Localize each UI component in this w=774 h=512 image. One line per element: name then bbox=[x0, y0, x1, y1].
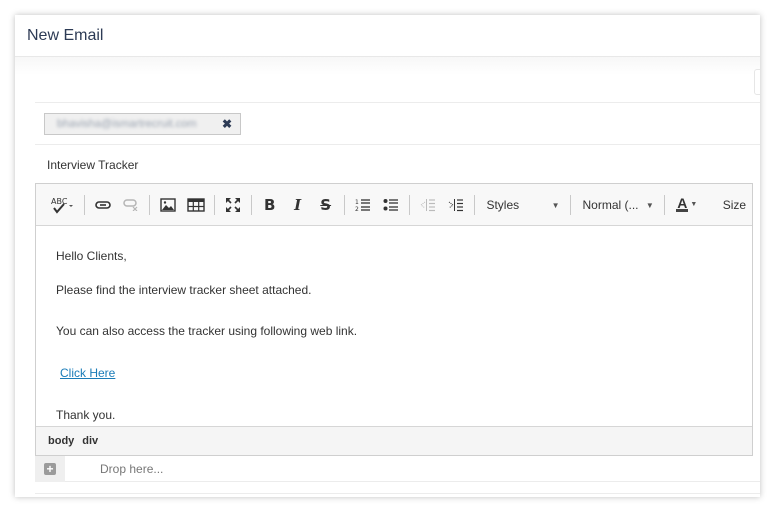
styles-dropdown[interactable]: Styles ▼ bbox=[478, 193, 565, 217]
size-label: Size bbox=[722, 197, 747, 212]
styles-label: Styles bbox=[486, 197, 520, 212]
drop-here-text: Drop here... bbox=[100, 462, 164, 476]
toolbar-separator bbox=[213, 194, 215, 215]
format-label: Normal (... bbox=[582, 197, 639, 212]
rich-text-editor: ABC B I S 1 2 Styles ▼ Normal (... ▼ A ▼… bbox=[35, 183, 753, 456]
recipient-email: bhavisha@ismartrecruit.com bbox=[57, 118, 197, 130]
add-attachment-cell: + bbox=[35, 456, 65, 482]
editor-toolbar: ABC B I S 1 2 Styles ▼ Normal (... ▼ A ▼… bbox=[36, 184, 752, 226]
body-line-1: Please find the interview tracker sheet … bbox=[56, 283, 312, 297]
modal-body: bhavisha@ismartrecruit.com ✖ Interview T… bbox=[15, 57, 760, 497]
closing-text: Thank you. bbox=[56, 408, 116, 422]
text-color-button[interactable]: A ▼ bbox=[675, 193, 699, 217]
table-button[interactable] bbox=[184, 193, 208, 217]
unlink-icon bbox=[123, 198, 139, 211]
toolbar-separator bbox=[569, 194, 571, 215]
numbered-list-button[interactable]: 1 2 bbox=[351, 193, 375, 217]
text-color-icon: A bbox=[676, 195, 689, 212]
spellcheck-button[interactable]: ABC bbox=[48, 193, 78, 217]
image-button[interactable] bbox=[156, 193, 180, 217]
link-icon bbox=[95, 200, 111, 210]
toolbar-separator bbox=[473, 194, 475, 215]
bulleted-list-button[interactable] bbox=[379, 193, 403, 217]
bulleted-list-icon bbox=[383, 198, 399, 212]
image-icon bbox=[160, 197, 176, 212]
toolbar-separator bbox=[663, 194, 665, 215]
modal-title: New Email bbox=[27, 27, 104, 44]
close-icon[interactable]: ✖ bbox=[222, 117, 232, 131]
strikethrough-button[interactable]: S bbox=[314, 193, 338, 217]
toolbar-separator bbox=[84, 194, 85, 215]
outdent-button[interactable] bbox=[416, 193, 440, 217]
bold-button[interactable]: B bbox=[258, 193, 282, 217]
indent-icon bbox=[448, 198, 464, 212]
toolbar-separator bbox=[250, 194, 252, 215]
svg-text:2: 2 bbox=[355, 206, 359, 212]
maximize-button[interactable] bbox=[221, 193, 245, 217]
spellcheck-icon: ABC bbox=[50, 196, 76, 214]
chevron-down-icon: ▼ bbox=[690, 201, 698, 208]
recipient-chip: bhavisha@ismartrecruit.com ✖ bbox=[44, 113, 241, 135]
outdent-icon bbox=[419, 198, 436, 212]
click-here-link[interactable]: Click Here bbox=[60, 366, 115, 380]
attachment-drop-zone[interactable]: + Drop here... bbox=[35, 456, 760, 482]
toolbar-separator bbox=[408, 194, 410, 215]
toolbar-separator bbox=[148, 194, 150, 215]
modal-header: New Email bbox=[15, 15, 760, 57]
editor-content[interactable]: Hello Clients, Please find the interview… bbox=[36, 226, 752, 426]
element-path-bar: body div bbox=[36, 426, 752, 455]
italic-button[interactable]: I bbox=[286, 193, 310, 217]
from-row bbox=[35, 57, 760, 103]
plus-icon[interactable]: + bbox=[44, 463, 56, 475]
numbered-list-icon: 1 2 bbox=[355, 198, 371, 212]
size-dropdown[interactable]: Size bbox=[715, 193, 752, 217]
greeting-text: Hello Clients, bbox=[56, 249, 127, 263]
unlink-button[interactable] bbox=[119, 193, 143, 217]
path-item-body[interactable]: body bbox=[48, 435, 74, 447]
divider bbox=[35, 493, 760, 494]
path-item-div[interactable]: div bbox=[82, 435, 98, 447]
svg-text:1: 1 bbox=[355, 199, 359, 206]
link-button[interactable] bbox=[91, 193, 115, 217]
subject-value: Interview Tracker bbox=[47, 158, 139, 172]
format-dropdown[interactable]: Normal (... ▼ bbox=[575, 193, 660, 217]
table-icon bbox=[187, 197, 205, 212]
to-field[interactable]: bhavisha@ismartrecruit.com ✖ bbox=[35, 103, 760, 145]
maximize-icon bbox=[225, 197, 241, 213]
indent-button[interactable] bbox=[444, 193, 468, 217]
link-paragraph: Click Here bbox=[60, 365, 115, 381]
svg-text:ABC: ABC bbox=[51, 197, 68, 206]
chevron-down-icon: ▼ bbox=[645, 200, 654, 210]
chevron-down-icon: ▼ bbox=[551, 200, 560, 210]
from-select-edge[interactable] bbox=[754, 69, 760, 95]
toolbar-separator bbox=[343, 194, 345, 215]
new-email-modal: New Email bhavisha@ismartrecruit.com ✖ I… bbox=[15, 15, 760, 497]
subject-field[interactable]: Interview Tracker bbox=[35, 145, 760, 183]
body-line-2: You can also access the tracker using fo… bbox=[56, 324, 358, 338]
